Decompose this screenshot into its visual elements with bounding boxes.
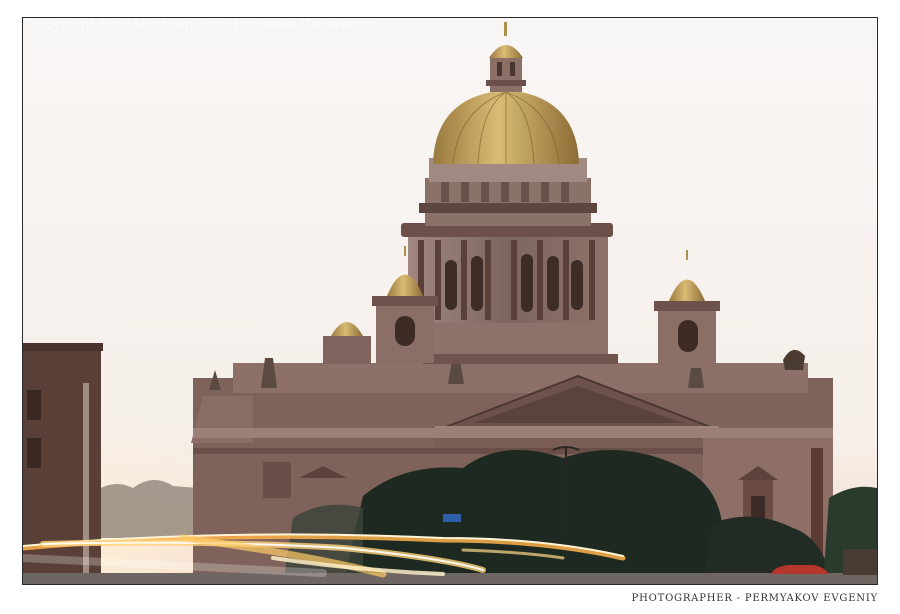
copyright-watermark: Copyright PhotoPodium.com Евгений Пермяк…	[25, 17, 374, 33]
street-sign	[443, 514, 461, 522]
cathedral-photo	[23, 18, 877, 584]
road	[23, 573, 877, 584]
photographer-credit: PHOTOGRAPHER - PERMYAKOV EVGENIY	[631, 593, 878, 604]
distant-trees	[93, 479, 198, 538]
photo	[22, 17, 878, 585]
